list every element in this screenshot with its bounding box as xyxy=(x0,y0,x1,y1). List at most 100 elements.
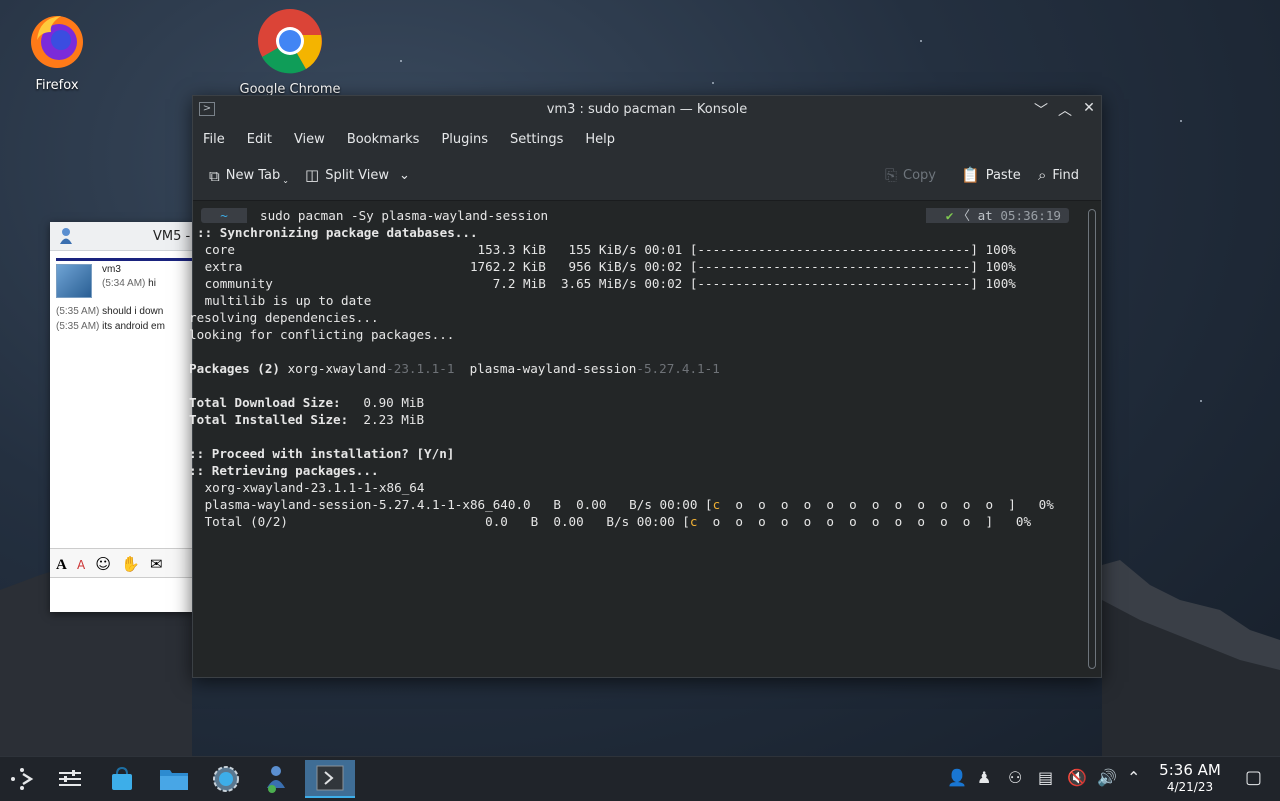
chat-format-toolbar: A A ☺ ✋ ✉ xyxy=(50,548,195,578)
split-view-icon: ◫ xyxy=(305,166,320,184)
attach-icon[interactable]: ✉ xyxy=(150,555,163,573)
chevron-up-icon[interactable]: ⌃ xyxy=(1127,768,1140,787)
clock-time: 5:36 AM xyxy=(1159,761,1221,779)
package-name: xorg-xwayland xyxy=(280,361,387,376)
paste-label: Paste xyxy=(985,167,1021,183)
prompt-line: ~ sudo pacman -Sy plasma-wayland-session… xyxy=(193,207,1083,224)
desktop-icon-google-chrome[interactable]: Google Chrome xyxy=(235,8,345,97)
new-tab-button[interactable]: ⧉ New Tab ⌄ xyxy=(209,166,289,186)
output-line: Packages (2) xorg-xwayland-23.1.1-1 plas… xyxy=(185,360,1083,377)
konsole-toolbar: ⧉ New Tab ⌄ ◫ Split View ⌄ ⎘ Copy 📋 Past… xyxy=(193,154,1101,201)
output-line: Total Download Size: 0.90 MiB xyxy=(185,394,1083,411)
message-text: should i down xyxy=(102,306,164,317)
download-size-label: Total Download Size: xyxy=(189,395,341,410)
terminal-scrollbar[interactable] xyxy=(1083,201,1101,677)
microphone-muted-icon[interactable]: 🔇 xyxy=(1067,768,1087,787)
output-line: xorg-xwayland-23.1.1-1-x86_64 xyxy=(197,480,425,495)
application-launcher[interactable] xyxy=(2,760,42,798)
package-version: -5.27.4.1-1 xyxy=(636,361,720,376)
chat-title: VM5 - xyxy=(153,229,191,244)
installed-size-value: 2.23 MiB xyxy=(348,412,425,427)
menubar: File Edit View Bookmarks Plugins Setting… xyxy=(193,124,1101,154)
split-view-button[interactable]: ◫ Split View ⌄ xyxy=(305,166,410,184)
minimize-icon[interactable]: ﹀ xyxy=(1031,100,1051,120)
nudge-icon[interactable]: ✋ xyxy=(121,555,140,573)
messenger-icon xyxy=(60,228,72,244)
task-messenger[interactable] xyxy=(256,760,296,798)
prompt-status: ✔ 〈 at 05:36:19 xyxy=(925,208,1069,223)
output-line: :: Synchronizing package databases... xyxy=(193,224,1083,241)
clock-date: 4/21/23 xyxy=(1166,780,1214,794)
task-system-settings-panel[interactable] xyxy=(50,760,90,798)
message-time: (5:35 AM) xyxy=(56,306,100,317)
digital-clock[interactable]: 5:36 AM 4/21/23 xyxy=(1150,761,1230,794)
contact-avatar xyxy=(56,264,92,298)
scrollbar-thumb[interactable] xyxy=(1088,209,1096,669)
chevron-down-icon: ⌄ xyxy=(399,167,410,183)
konsole-window[interactable]: > vm3 : sudo pacman — Konsole ﹀ ︿ ✕ File… xyxy=(189,95,1102,678)
show-desktop-icon[interactable]: ▢ xyxy=(1245,767,1262,788)
copy-button[interactable]: ⎘ Copy xyxy=(885,166,936,184)
output-line: plasma-wayland-session-5.27.4.1-1-x86_64… xyxy=(193,496,1083,513)
desktop-icon-label: Firefox xyxy=(35,78,79,93)
output-line: multilib is up to date xyxy=(197,293,372,308)
task-konsole[interactable] xyxy=(305,760,355,798)
volume-icon[interactable]: 🔊 xyxy=(1097,768,1117,787)
close-icon[interactable]: ✕ xyxy=(1079,100,1099,116)
output-line: :: Proceed with installation? [Y/n] xyxy=(189,446,455,461)
konsole-titlebar[interactable]: > vm3 : sudo pacman — Konsole ﹀ ︿ ✕ xyxy=(193,96,1101,124)
menu-settings[interactable]: Settings xyxy=(510,132,563,147)
user-icon[interactable]: 👤 xyxy=(947,768,967,787)
smiley-icon[interactable]: ☺ xyxy=(95,555,111,573)
chat-titlebar[interactable]: VM5 - xyxy=(50,222,195,251)
chat-header-line xyxy=(56,258,195,261)
task-discover[interactable] xyxy=(102,760,142,798)
taskbar: 👤 ♟ ⚇ ▤ 🔇 🔊 ⌃ 5:36 AM 4/21/23 ▢ xyxy=(0,756,1280,801)
chat-window[interactable]: VM5 - vm3 (5:34 AM) hi (5:35 AM) should … xyxy=(50,222,195,612)
output-line: community 7.2 MiB 3.65 MiB/s 00:02 [----… xyxy=(197,276,1016,291)
task-file-manager[interactable] xyxy=(154,760,194,798)
output-line: Total Installed Size: 2.23 MiB xyxy=(185,411,1083,428)
paste-icon: 📋 xyxy=(961,166,980,184)
task-system-settings[interactable] xyxy=(206,760,246,798)
menu-edit[interactable]: Edit xyxy=(247,132,272,147)
installed-size-label: Total Installed Size: xyxy=(189,412,349,427)
menu-bookmarks[interactable]: Bookmarks xyxy=(347,132,420,147)
new-tab-icon: ⧉ xyxy=(209,166,220,185)
output-line: Total (0/2) 0.0 B 0.00 B/s 00:00 [c o o … xyxy=(193,513,1083,530)
font-icon[interactable]: A xyxy=(56,557,67,574)
check-icon: ✔ xyxy=(945,208,954,223)
total-progress: Total (0/2) 0.0 B 0.00 B/s 00:00 [ xyxy=(197,514,690,529)
menu-view[interactable]: View xyxy=(294,132,325,147)
terminal-icon xyxy=(316,765,344,791)
font-color-icon[interactable]: A xyxy=(77,558,85,572)
find-button[interactable]: ⌕ Find xyxy=(1038,166,1079,184)
paste-button[interactable]: 📋 Paste xyxy=(961,166,1021,184)
message-time: (5:35 AM) xyxy=(56,321,100,332)
package-name: plasma-wayland-session xyxy=(454,361,637,376)
desktop-icon-firefox[interactable]: Firefox xyxy=(2,10,112,93)
launcher-icon xyxy=(11,768,34,790)
prompt-separator-icon: 〈 xyxy=(957,208,978,223)
packages-label: Packages (2) xyxy=(189,361,280,376)
output-line: core 153.3 KiB 155 KiB/s 00:01 [--------… xyxy=(197,242,1016,257)
messenger-icon xyxy=(267,766,285,793)
window-title: vm3 : sudo pacman — Konsole xyxy=(546,102,748,117)
chat-message: (5:35 AM) should i down xyxy=(56,298,195,317)
menu-help[interactable]: Help xyxy=(585,132,615,147)
prompt-command: sudo pacman -Sy plasma-wayland-session xyxy=(260,208,549,223)
network-user-icon[interactable]: ⚇ xyxy=(1008,768,1022,787)
menu-plugins[interactable]: Plugins xyxy=(441,132,488,147)
gear-icon xyxy=(213,766,239,792)
maximize-icon[interactable]: ︿ xyxy=(1055,100,1075,120)
split-view-label: Split View xyxy=(325,167,389,183)
message-time: (5:34 AM) xyxy=(102,278,146,289)
clipboard-icon[interactable]: ▤ xyxy=(1038,768,1053,787)
terminal-output[interactable]: ~ sudo pacman -Sy plasma-wayland-session… xyxy=(189,201,1083,677)
menu-file[interactable]: File xyxy=(203,132,225,147)
prompt-directory: ~ xyxy=(201,208,247,223)
messenger-tray-icon[interactable]: ♟ xyxy=(977,768,991,787)
